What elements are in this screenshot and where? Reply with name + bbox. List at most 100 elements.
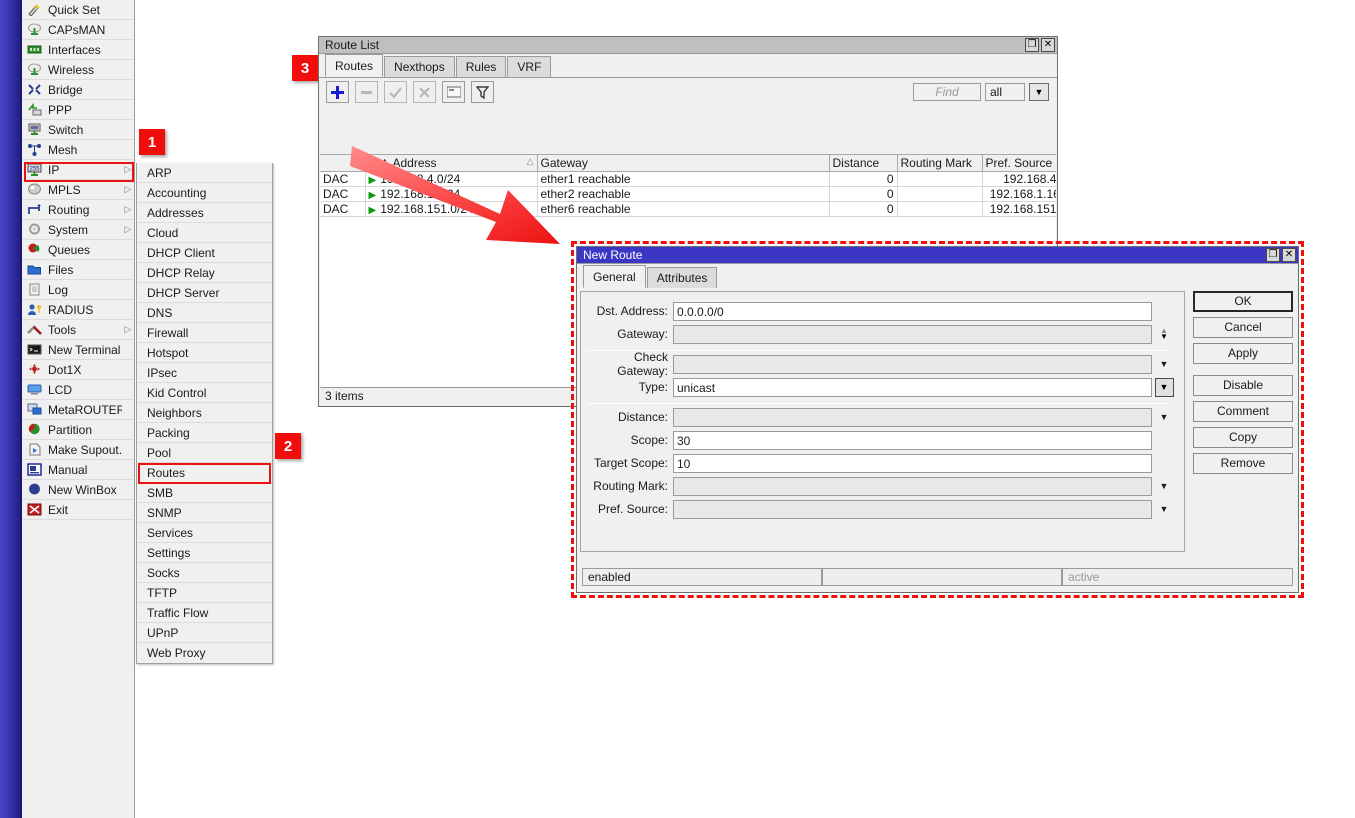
ip-submenu-item-kid-control[interactable]: Kid Control (137, 383, 272, 403)
table-row[interactable]: DAC▶192.168.151.0/24ether6 reachable0192… (320, 201, 1056, 216)
new-route-button-column[interactable]: OK Cancel Apply Disable Comment Copy Remove (1193, 291, 1293, 479)
table-row[interactable]: DAC▶192.168.1.0/24ether2 reachable0192.1… (320, 186, 1056, 201)
ip-submenu-item-ipsec[interactable]: IPsec (137, 363, 272, 383)
apply-button[interactable]: Apply (1193, 343, 1293, 364)
tab-routes[interactable]: Routes (325, 54, 383, 77)
remove-button[interactable]: Remove (1193, 453, 1293, 474)
dropdown-button-icon[interactable]: ▼ (1155, 378, 1174, 397)
sidebar-item-ppp[interactable]: PPP (22, 100, 134, 120)
sidebar-item-ip[interactable]: 255IP▷ (22, 160, 134, 180)
tab-vrf[interactable]: VRF (507, 56, 551, 77)
ip-submenu-item-upnp[interactable]: UPnP (137, 623, 272, 643)
ip-submenu[interactable]: ARPAccountingAddressesCloudDHCP ClientDH… (136, 163, 273, 664)
sidebar-item-dot1x[interactable]: Dot1X (22, 360, 134, 380)
sidebar-item-switch[interactable]: Switch (22, 120, 134, 140)
ip-submenu-item-packing[interactable]: Packing (137, 423, 272, 443)
tab-attributes[interactable]: Attributes (647, 267, 718, 288)
ip-submenu-item-socks[interactable]: Socks (137, 563, 272, 583)
field-input-dst-address[interactable]: 0.0.0.0/0 (673, 302, 1152, 321)
chevron-down-icon[interactable]: ▼ (1160, 481, 1169, 491)
ip-submenu-item-routes[interactable]: Routes (137, 463, 272, 483)
ip-submenu-item-arp[interactable]: ARP (137, 163, 272, 183)
ip-submenu-item-smb[interactable]: SMB (137, 483, 272, 503)
filter-select[interactable]: all (985, 83, 1025, 101)
ip-submenu-item-addresses[interactable]: Addresses (137, 203, 272, 223)
sidebar-item-new-winbox[interactable]: New WinBox (22, 480, 134, 500)
add-route-button[interactable] (326, 81, 349, 103)
route-list-toolbar[interactable]: Find all ▼ (319, 78, 1057, 106)
field-input-type[interactable]: unicast (673, 378, 1152, 397)
filter-dropdown-icon[interactable]: ▼ (1029, 83, 1049, 101)
column-header-pref-source[interactable]: Pref. Source (982, 155, 1056, 171)
sidebar-item-partition[interactable]: Partition (22, 420, 134, 440)
sidebar-item-files[interactable]: Files (22, 260, 134, 280)
field-input-gateway[interactable] (673, 325, 1152, 344)
ip-submenu-item-pool[interactable]: Pool (137, 443, 272, 463)
chevron-down-icon[interactable]: ▼ (1160, 504, 1169, 514)
ip-submenu-item-accounting[interactable]: Accounting (137, 183, 272, 203)
column-header-gateway[interactable]: Gateway (537, 155, 829, 171)
field-control-slot[interactable]: ▼ (1152, 359, 1176, 369)
maximize-icon[interactable]: ❐ (1025, 38, 1039, 52)
field-input-check-gateway[interactable] (673, 355, 1152, 374)
find-controls[interactable]: Find all ▼ (913, 83, 1057, 101)
route-table-header[interactable]: Dst. Address△GatewayDistanceRouting Mark… (320, 155, 1056, 171)
tab-nexthops[interactable]: Nexthops (384, 56, 455, 77)
close-icon[interactable]: ✕ (1282, 248, 1296, 262)
ip-submenu-item-snmp[interactable]: SNMP (137, 503, 272, 523)
field-input-target-scope[interactable]: 10 (673, 454, 1152, 473)
column-header-routing-mark[interactable]: Routing Mark (897, 155, 982, 171)
ip-submenu-item-dhcp-client[interactable]: DHCP Client (137, 243, 272, 263)
sidebar-item-manual[interactable]: Manual (22, 460, 134, 480)
ip-submenu-item-web-proxy[interactable]: Web Proxy (137, 643, 272, 663)
field-control-slot[interactable]: ▼ (1152, 504, 1176, 514)
route-list-tabbar[interactable]: RoutesNexthopsRulesVRF (319, 54, 1057, 78)
sidebar-item-log[interactable]: Log (22, 280, 134, 300)
table-row[interactable]: DAC▶192.168.4.0/24ether1 reachable0192.1… (320, 171, 1056, 186)
ip-submenu-item-cloud[interactable]: Cloud (137, 223, 272, 243)
sidebar-item-interfaces[interactable]: Interfaces (22, 40, 134, 60)
sidebar-item-quick-set[interactable]: Quick Set (22, 0, 134, 20)
ip-submenu-item-tftp[interactable]: TFTP (137, 583, 272, 603)
close-icon[interactable]: ✕ (1041, 38, 1055, 52)
sidebar-item-radius[interactable]: RADIUS (22, 300, 134, 320)
tab-rules[interactable]: Rules (456, 56, 507, 77)
column-header-blank-0[interactable] (320, 155, 365, 171)
filter-button[interactable] (471, 81, 494, 103)
sidebar-item-system[interactable]: System▷ (22, 220, 134, 240)
chevron-down-icon[interactable]: ▼ (1160, 359, 1169, 369)
ip-submenu-item-dhcp-relay[interactable]: DHCP Relay (137, 263, 272, 283)
sidebar-item-metarouter[interactable]: MetaROUTER (22, 400, 134, 420)
sidebar-item-mpls[interactable]: MPLS▷ (22, 180, 134, 200)
comment-button[interactable] (442, 81, 465, 103)
sidebar-item-wireless[interactable]: Wireless (22, 60, 134, 80)
sidebar-item-bridge[interactable]: Bridge (22, 80, 134, 100)
sidebar-item-routing[interactable]: Routing▷ (22, 200, 134, 220)
sidebar-item-exit[interactable]: Exit (22, 500, 134, 520)
sidebar-item-lcd[interactable]: LCD (22, 380, 134, 400)
sidebar-item-queues[interactable]: Queues (22, 240, 134, 260)
ok-button[interactable]: OK (1193, 291, 1293, 312)
field-control-slot[interactable]: ▼ (1152, 412, 1176, 422)
sidebar-item-mesh[interactable]: Mesh (22, 140, 134, 160)
sidebar-item-new-terminal[interactable]: New Terminal (22, 340, 134, 360)
field-input-routing-mark[interactable] (673, 477, 1152, 496)
ip-submenu-item-traffic-flow[interactable]: Traffic Flow (137, 603, 272, 623)
field-control-slot[interactable]: ▲▼ (1152, 328, 1176, 340)
spinner-icon[interactable]: ▲▼ (1160, 328, 1168, 340)
cancel-button[interactable]: Cancel (1193, 317, 1293, 338)
ip-submenu-item-services[interactable]: Services (137, 523, 272, 543)
field-control-slot[interactable]: ▼ (1152, 481, 1176, 491)
disable-button[interactable]: Disable (1193, 375, 1293, 396)
column-header-dst-address[interactable]: Dst. Address△ (365, 155, 537, 171)
tab-general[interactable]: General (583, 265, 646, 288)
main-menu-sidebar[interactable]: Quick SetCAPsMANInterfacesWirelessBridge… (22, 0, 135, 818)
new-route-tabbar[interactable]: GeneralAttributes (577, 264, 1298, 288)
comment-button[interactable]: Comment (1193, 401, 1293, 422)
field-control-slot[interactable]: ▼ (1152, 378, 1176, 397)
field-input-distance[interactable] (673, 408, 1152, 427)
copy-button[interactable]: Copy (1193, 427, 1293, 448)
new-route-window-controls[interactable]: ❐ ✕ (1266, 248, 1296, 262)
field-input-scope[interactable]: 30 (673, 431, 1152, 450)
ip-submenu-item-neighbors[interactable]: Neighbors (137, 403, 272, 423)
